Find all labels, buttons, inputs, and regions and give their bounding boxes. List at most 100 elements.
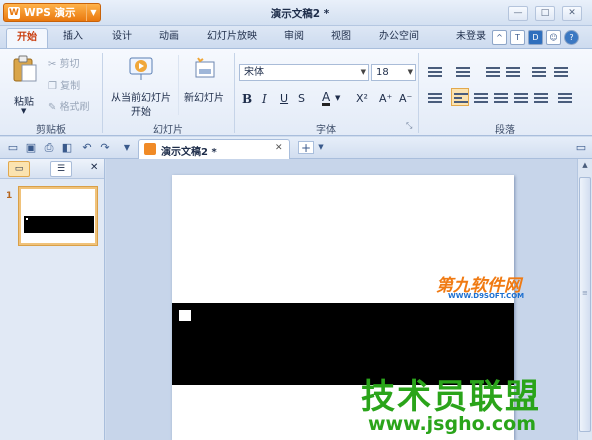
bold-button[interactable]: B: [242, 92, 252, 106]
chevron-down-icon: ▼: [407, 68, 413, 76]
outline-view-tab[interactable]: ☰: [50, 161, 72, 177]
slides-group-label: 幻灯片: [153, 125, 183, 136]
user-icon[interactable]: ☺: [546, 30, 561, 45]
help-icon[interactable]: ?: [564, 30, 579, 45]
tab-home[interactable]: 开始: [6, 28, 48, 48]
scroll-up-icon[interactable]: ▲: [580, 161, 590, 171]
font-format-row: B I U S A ▼ X² A⁺ A⁻: [239, 89, 419, 109]
close-tab-button[interactable]: ✕: [275, 143, 283, 153]
font-size-select[interactable]: 18 ▼: [371, 64, 416, 81]
format-painter-button[interactable]: ✎ 格式刷: [48, 98, 90, 113]
clipboard-group-label: 剪贴板: [36, 125, 66, 136]
skin-icon[interactable]: T: [510, 30, 525, 45]
vertical-scrollbar[interactable]: ▲ ≡: [577, 159, 592, 440]
align-left-icon: [454, 91, 468, 103]
close-window-button[interactable]: ✕: [562, 6, 582, 21]
thumbnail-white-square: [26, 218, 28, 220]
title-bar: W WPS 演示 ▼ 演示文稿2 * — □ ✕: [0, 0, 592, 26]
white-square-shape[interactable]: [179, 310, 191, 321]
document-tab-label: 演示文稿2 *: [161, 147, 217, 158]
increase-indent-icon[interactable]: [506, 65, 520, 77]
align-right-icon[interactable]: [494, 91, 508, 103]
slides-view-tab[interactable]: ▭: [8, 161, 30, 177]
font-name-select[interactable]: 宋体 ▼: [239, 64, 369, 81]
open-folder-icon[interactable]: ▭: [6, 141, 20, 154]
wps-logo-icon: W: [8, 6, 20, 19]
slide-thumbnail-panel: ▭ ☰ ✕ 1: [0, 159, 105, 440]
login-status[interactable]: 未登录: [452, 28, 490, 48]
close-panel-button[interactable]: ✕: [90, 162, 98, 173]
decrease-indent-icon[interactable]: [486, 65, 500, 77]
slide-thumbnail[interactable]: [19, 187, 97, 245]
text-direction-icon[interactable]: [428, 91, 442, 103]
watermark-site2: 技术员联盟: [361, 377, 541, 417]
redo-icon[interactable]: ↷: [98, 141, 112, 154]
font-dialog-launcher-icon[interactable]: ⤡: [406, 121, 412, 131]
cut-button[interactable]: ✂ 剪切: [48, 55, 80, 70]
undo-icon[interactable]: ↶: [80, 141, 94, 154]
wps-app-menu-button[interactable]: W WPS 演示 ▼: [3, 3, 101, 22]
docer-icon[interactable]: D: [528, 30, 543, 45]
chevron-down-icon[interactable]: ▼: [335, 94, 340, 102]
new-slide-icon: [195, 57, 215, 78]
document-tab[interactable]: 演示文稿2 * ✕: [138, 139, 290, 159]
align-center-icon[interactable]: [474, 91, 488, 103]
copy-icon: ❐: [48, 81, 61, 92]
print-icon[interactable]: ⎙: [42, 141, 56, 154]
bullet-list-icon[interactable]: [428, 65, 442, 77]
tab-slideshow[interactable]: 幻灯片放映: [200, 28, 264, 48]
new-slide-button[interactable]: 新幻灯片: [182, 53, 230, 119]
chevron-down-icon: ▼: [86, 4, 100, 21]
slide-number: 1: [6, 191, 13, 201]
underline-button[interactable]: U: [280, 92, 288, 105]
play-from-current-button[interactable]: 从当前幻灯片 开始: [106, 53, 176, 119]
font-name-value: 宋体: [244, 67, 264, 78]
copy-label: 复制: [60, 81, 81, 92]
brush-icon: ✎: [48, 102, 60, 113]
new-tab-button[interactable]: +: [298, 141, 314, 155]
collapse-ribbon-icon[interactable]: ^: [492, 30, 507, 45]
clipboard-icon: [13, 55, 37, 82]
customize-toolbar-icon[interactable]: ▼: [120, 141, 134, 154]
font-color-button[interactable]: A: [322, 91, 331, 106]
paste-button[interactable]: 粘贴 ▼: [8, 53, 42, 119]
scrollbar-thumb[interactable]: [579, 177, 591, 432]
paragraph-row-1: [424, 65, 584, 81]
maximize-button[interactable]: □: [535, 6, 555, 21]
watermark-site2-url: www.jsgho.com: [368, 413, 536, 435]
format-painter-label: 格式刷: [59, 102, 90, 113]
superscript-button[interactable]: X²: [356, 92, 368, 105]
paste-label: 粘贴: [14, 97, 34, 108]
new-slide-label: 新幻灯片: [184, 93, 224, 104]
wps-presentation-window: W WPS 演示 ▼ 演示文稿2 * — □ ✕ 开始 插入 设计 动画 幻灯片…: [0, 0, 592, 440]
grow-font-button[interactable]: A⁺: [379, 92, 392, 105]
tab-insert[interactable]: 插入: [56, 28, 90, 48]
panel-header: ▭ ☰ ✕: [0, 159, 104, 179]
columns-icon[interactable]: [532, 65, 546, 77]
grip-icon: ≡: [582, 289, 588, 297]
paragraph-spacing-icon[interactable]: [558, 91, 572, 103]
ribbon-home: 粘贴 ▼ ✂ 剪切 ❐ 复制 ✎ 格式刷 剪贴板 从当前幻灯片 开始 新幻灯片 …: [0, 48, 592, 136]
projector-play-icon: [129, 57, 153, 80]
line-spacing-icon[interactable]: [554, 65, 568, 77]
save-icon[interactable]: ▣: [24, 141, 38, 154]
strikethrough-button[interactable]: S: [298, 92, 305, 105]
paragraph-row-2: [424, 88, 584, 109]
shrink-font-button[interactable]: A⁻: [399, 92, 412, 105]
tab-list-icon[interactable]: ▭: [574, 141, 588, 154]
document-title: 演示文稿2 *: [270, 8, 330, 20]
group-divider: [178, 55, 179, 115]
copy-button[interactable]: ❐ 复制: [48, 77, 80, 92]
tab-design[interactable]: 设计: [105, 28, 139, 48]
tab-view[interactable]: 视图: [324, 28, 358, 48]
italic-button[interactable]: I: [262, 92, 267, 106]
numbered-list-icon[interactable]: [456, 65, 470, 77]
tab-animation[interactable]: 动画: [152, 28, 186, 48]
chevron-down-icon[interactable]: ▼: [314, 141, 328, 154]
print-preview-icon[interactable]: ◧: [60, 141, 74, 154]
distributed-icon[interactable]: [534, 91, 548, 103]
justify-icon[interactable]: [514, 91, 528, 103]
minimize-button[interactable]: —: [508, 6, 528, 21]
tab-office-space[interactable]: 办公空间: [372, 28, 426, 48]
tab-review[interactable]: 审阅: [277, 28, 311, 48]
